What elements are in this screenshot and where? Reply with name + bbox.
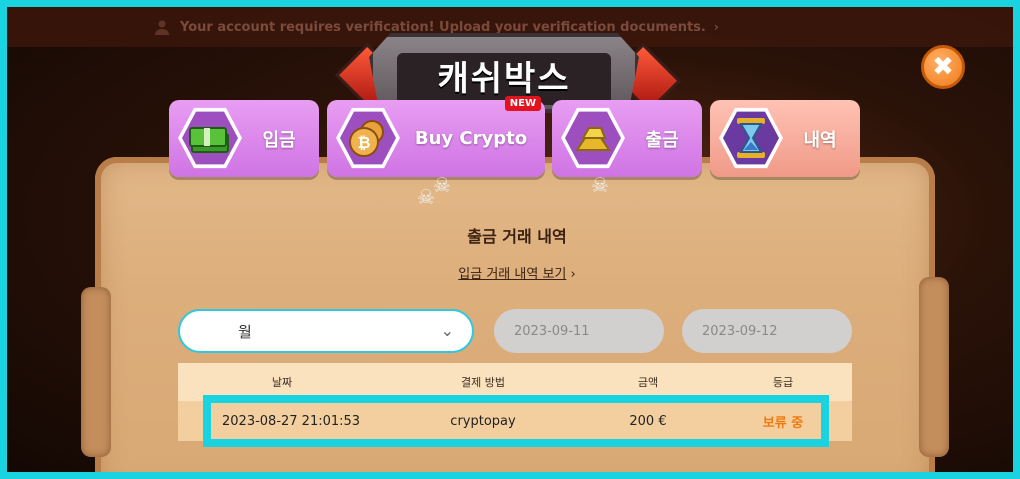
close-icon: ✖	[932, 52, 954, 82]
chevron-down-icon: ⌄	[440, 321, 454, 340]
skull-icon: ☠	[433, 173, 451, 197]
tab-history[interactable]: 내역	[710, 100, 860, 177]
period-select[interactable]: 월 ⌄	[178, 309, 474, 353]
row-method: cryptopay	[450, 413, 516, 429]
notice-text: Your account requires verification! Uplo…	[180, 19, 706, 35]
new-badge: NEW	[504, 96, 541, 111]
close-button[interactable]: ✖	[921, 45, 965, 89]
status-badge: 보류 중	[762, 415, 804, 431]
deposit-history-link-label: 입금 거래 내역 보기	[458, 267, 567, 282]
row-amount: 200 €	[629, 413, 667, 429]
screen-frame: Your account requires verification! Uplo…	[0, 0, 1020, 479]
chevron-right-icon: ›	[570, 267, 576, 282]
date-to-value: 2023-09-12	[702, 323, 778, 339]
tab-history-label: 내역	[803, 129, 837, 151]
column-header-amount: 금액	[637, 376, 659, 389]
user-icon	[155, 20, 169, 35]
tab-deposit-label: 입금	[262, 129, 296, 151]
tab-withdraw-label: 출금	[645, 129, 679, 151]
chevron-right-icon: ›	[713, 20, 719, 34]
page-title: 캐쉬박스	[437, 59, 571, 99]
period-select-value: 월	[238, 322, 252, 341]
column-header-method: 결제 방법	[461, 376, 505, 389]
date-to-field[interactable]: 2023-09-12	[682, 309, 852, 353]
column-header-status: 등급	[772, 376, 794, 389]
row-date: 2023-08-27 21:01:53	[222, 413, 361, 429]
date-from-field[interactable]: 2023-09-11	[494, 309, 664, 353]
section-title: 출금 거래 내역	[467, 227, 567, 246]
table-header: 날짜 결제 방법 금액 등급	[178, 363, 852, 401]
skull-icon: ☠	[591, 173, 609, 197]
deposit-history-link[interactable]: 입금 거래 내역 보기 ›	[7, 263, 1013, 282]
table-row[interactable]: 2023-08-27 21:01:53 cryptopay 200 € 보류 중	[178, 401, 852, 441]
column-header-date: 날짜	[271, 376, 293, 389]
tab-withdraw[interactable]: 출금	[552, 100, 702, 177]
tab-deposit[interactable]: 입금	[169, 100, 319, 177]
date-from-value: 2023-09-11	[514, 323, 590, 339]
tab-buy-crypto-label: Buy Crypto	[414, 128, 528, 149]
tab-buy-crypto[interactable]: ₿ Buy Crypto NEW	[327, 96, 545, 177]
